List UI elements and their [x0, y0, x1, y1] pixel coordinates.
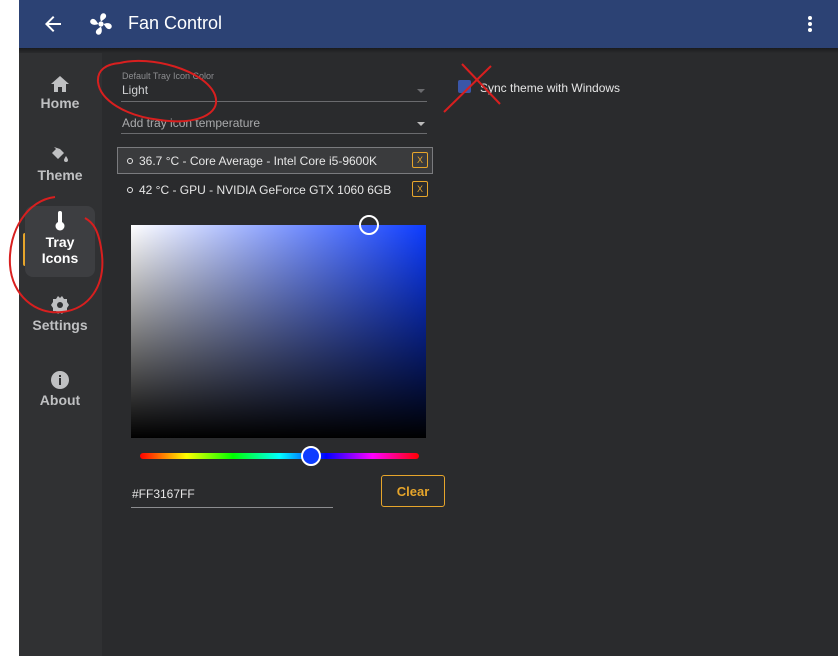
sidebar-nav: Home Theme Tray Icons Settings About — [19, 53, 102, 656]
default-tray-color-dropdown[interactable]: Default Tray Icon Color Light — [121, 71, 427, 102]
sensor-chip-text: 42 °C - GPU - NVIDIA GeForce GTX 1060 6G… — [139, 183, 392, 197]
app-title: Fan Control — [128, 13, 223, 33]
hue-slider[interactable] — [140, 446, 419, 466]
sidebar-item-label: About — [39, 392, 81, 408]
back-button[interactable] — [41, 12, 65, 36]
app-window: Fan Control Home Theme Tray Icons Settin… — [19, 0, 838, 656]
sidebar-item-label: Icons — [41, 250, 79, 266]
sidebar-item-label: Home — [40, 95, 80, 111]
more-menu-button[interactable] — [802, 12, 818, 36]
sidebar-item-theme[interactable]: Theme — [25, 145, 95, 191]
add-tray-temperature-dropdown[interactable]: Add tray icon temperature — [121, 113, 427, 134]
sync-theme-checkbox[interactable] — [458, 80, 471, 93]
default-tray-color-label: Default Tray Icon Color — [122, 71, 215, 81]
title-bar: Fan Control — [19, 0, 838, 48]
sensor-chip-cpu[interactable]: 36.7 °C - Core Average - Intel Core i5-9… — [117, 147, 433, 174]
chevron-down-icon — [417, 122, 425, 126]
more-vertical-icon — [808, 16, 812, 32]
color-saturation-area[interactable] — [131, 215, 426, 438]
hue-slider-thumb[interactable] — [301, 446, 321, 466]
clear-button[interactable]: Clear — [381, 475, 445, 507]
add-tray-temperature-placeholder: Add tray icon temperature — [122, 116, 261, 130]
remove-sensor-button[interactable]: X — [412, 181, 428, 197]
hex-color-input[interactable] — [131, 481, 333, 508]
sidebar-item-settings[interactable]: Settings — [25, 295, 95, 341]
sensor-chip-text: 36.7 °C - Core Average - Intel Core i5-9… — [139, 154, 378, 168]
sidebar-item-about[interactable]: About — [25, 370, 95, 416]
sync-theme-label: Sync theme with Windows — [480, 81, 621, 95]
sensor-chip-gpu[interactable]: 42 °C - GPU - NVIDIA GeForce GTX 1060 6G… — [118, 177, 432, 202]
chevron-down-icon — [417, 89, 425, 93]
sidebar-item-label: Settings — [32, 317, 88, 333]
bullet-icon — [127, 187, 133, 193]
fan-icon — [90, 13, 112, 35]
home-icon — [51, 76, 69, 92]
sidebar-item-label: Tray — [45, 234, 75, 250]
paint-bucket-icon — [52, 147, 68, 162]
bullet-icon — [127, 158, 133, 164]
info-icon — [51, 371, 69, 389]
tray-icons-panel: Default Tray Icon Color Light Add tray i… — [102, 53, 838, 656]
color-picker-handle[interactable] — [359, 215, 379, 235]
sidebar-item-home[interactable]: Home — [25, 75, 95, 121]
default-tray-color-value: Light — [122, 83, 149, 97]
gear-icon — [51, 296, 69, 314]
sidebar-item-tray-icons[interactable]: Tray Icons — [25, 206, 95, 277]
arrow-left-icon — [45, 16, 61, 32]
thermometer-icon — [55, 211, 65, 231]
remove-sensor-button[interactable]: X — [412, 152, 428, 168]
sidebar-item-label: Theme — [37, 167, 83, 183]
